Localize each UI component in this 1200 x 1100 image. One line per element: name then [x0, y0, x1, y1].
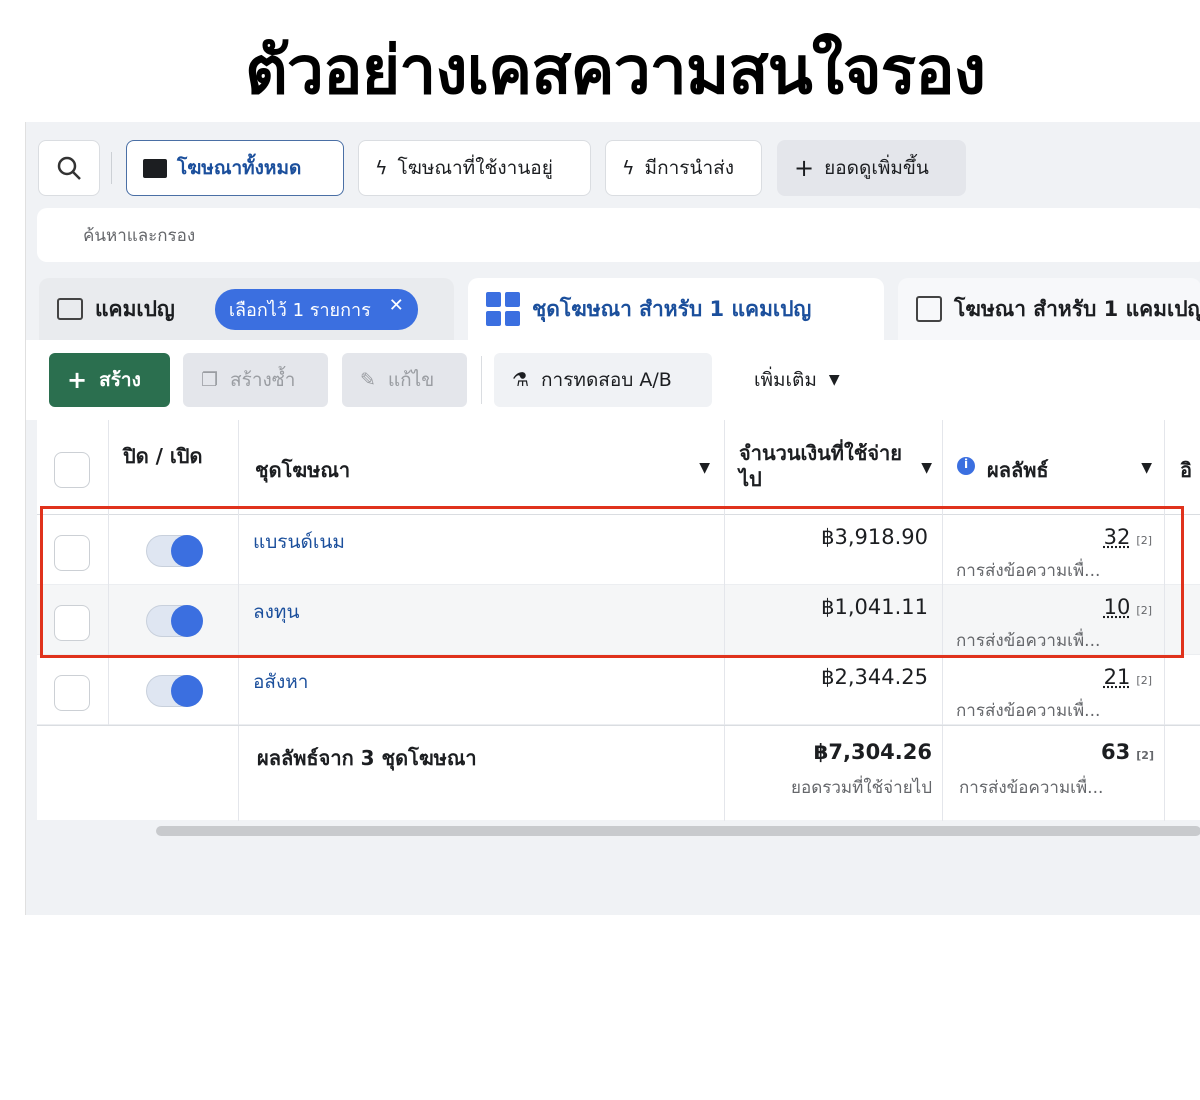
create-button[interactable]: + สร้าง — [49, 353, 170, 407]
table-row: อสังหา ฿2,344.25 21 [2] การส่งข้อความเพื่.… — [37, 655, 1200, 725]
sort-caret-icon: ▼ — [1141, 460, 1152, 476]
table-header: ปิด / เปิด ชุดโฆษณา ▼ จำนวนเงินที่ใช้จ่าย… — [37, 420, 1200, 515]
tab-adsets[interactable]: ชุดโฆษณา สำหรับ 1 แคมเปญ — [468, 278, 884, 340]
header-next: อิ — [1180, 454, 1200, 486]
ab-test-button[interactable]: ⚗ การทดสอบ A/B — [494, 353, 712, 407]
row-checkbox[interactable] — [54, 675, 90, 711]
toolbar: + สร้าง ❐ สร้างซ้ำ ✎ แก้ไข ⚗ การทดสอบ A/B เพ… — [26, 340, 1200, 420]
select-all-checkbox[interactable] — [54, 452, 90, 488]
edit-button[interactable]: ✎ แก้ไข — [342, 353, 467, 407]
filter-active-ads[interactable]: ϟ โฆษณาที่ใช้งานอยู่ — [358, 140, 591, 196]
duplicate-icon: ❐ — [201, 369, 218, 391]
lightning-icon: ϟ — [622, 157, 635, 179]
filter-more-views[interactable]: + ยอดดูเพิ่มขึ้น — [777, 140, 966, 196]
filter-delivering[interactable]: ϟ มีการนำส่ง — [605, 140, 762, 196]
plus-icon: + — [67, 366, 87, 394]
plus-icon: + — [794, 154, 814, 182]
caret-down-icon: ▼ — [829, 372, 840, 388]
grid-icon — [486, 292, 520, 326]
header-spend[interactable]: จำนวนเงินที่ใช้จ่ายไป ▼ — [725, 420, 943, 515]
flask-icon: ⚗ — [512, 369, 529, 391]
adset-name-link[interactable]: อสังหา — [253, 667, 308, 697]
horizontal-scrollbar[interactable] — [156, 826, 1200, 836]
ad-icon — [916, 296, 942, 322]
highlight-box — [40, 506, 1184, 658]
info-icon[interactable]: i — [957, 457, 975, 475]
pencil-icon: ✎ — [360, 369, 376, 391]
tab-campaigns[interactable]: แคมเปญ เลือกไว้ 1 รายการ ✕ — [39, 278, 454, 340]
filter-all-ads[interactable]: โฆษณาทั้งหมด — [126, 140, 344, 196]
search-button[interactable] — [38, 140, 100, 196]
tab-ads[interactable]: โฆษณา สำหรับ 1 แคมเปญ — [898, 278, 1200, 340]
header-results[interactable]: i ผลลัพธ์ ▼ — [943, 420, 1165, 515]
sort-caret-icon: ▼ — [699, 460, 710, 476]
row-toggle[interactable] — [146, 675, 202, 707]
folder-icon — [143, 159, 167, 178]
more-dropdown[interactable]: เพิ่มเติม ▼ — [736, 353, 861, 407]
header-toggle: ปิด / เปิด — [109, 420, 239, 515]
campaign-folder-icon — [57, 298, 83, 320]
page-title: ตัวอย่างเคสความสนใจรอง — [0, 18, 1200, 123]
summary-row: ผลลัพธ์จาก 3 ชุดโฆษณา ฿7,304.26 ยอดรวมที่… — [37, 725, 1200, 820]
search-filter-input[interactable]: ค้นหาและกรอง — [37, 208, 1200, 262]
lightning-icon: ϟ — [375, 157, 388, 179]
header-adset[interactable]: ชุดโฆษณา ▼ — [239, 420, 725, 515]
selected-pill[interactable]: เลือกไว้ 1 รายการ ✕ — [215, 289, 418, 330]
duplicate-button[interactable]: ❐ สร้างซ้ำ — [183, 353, 328, 407]
search-icon — [56, 155, 82, 181]
close-icon[interactable]: ✕ — [389, 295, 404, 324]
sort-caret-icon: ▼ — [921, 460, 932, 476]
